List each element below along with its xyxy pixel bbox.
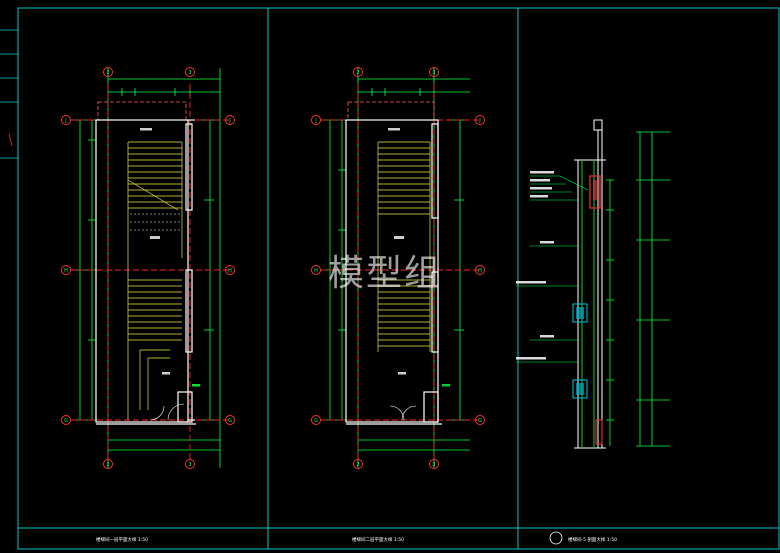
grid-col-label: 2 bbox=[106, 70, 109, 76]
grid-row-label: J bbox=[478, 118, 480, 124]
grid-row-label: H bbox=[478, 268, 482, 274]
grid-col-label: 3 bbox=[188, 462, 191, 468]
grid-row-label: H bbox=[314, 268, 318, 274]
grid-row-label: H bbox=[64, 268, 68, 274]
drawing-title-level-1: 楼梯间一层平面大样 1:50 bbox=[96, 536, 148, 543]
grid-col-label: 3 bbox=[432, 70, 435, 76]
cad-drawing-canvas: 2 3 2 3 J H G J H G 2 3 2 3 J H G J H G … bbox=[0, 0, 780, 553]
grid-row-label: J bbox=[64, 118, 66, 124]
grid-col-label: 3 bbox=[188, 70, 191, 76]
drawing-title-section: 楼梯间-5 剖面大样 1:50 bbox=[568, 536, 617, 543]
drawing-title-level-2: 楼梯间二层平面大样 1:50 bbox=[352, 536, 404, 543]
grid-col-label: 2 bbox=[356, 70, 359, 76]
grid-row-label: G bbox=[478, 418, 482, 424]
grid-row-label: G bbox=[228, 418, 232, 424]
grid-col-label: 2 bbox=[356, 462, 359, 468]
grid-col-label: 3 bbox=[432, 462, 435, 468]
grid-row-label: G bbox=[314, 418, 318, 424]
grid-row-label: J bbox=[228, 118, 230, 124]
grid-row-label: H bbox=[228, 268, 232, 274]
grid-row-label: J bbox=[314, 118, 316, 124]
grid-row-label: G bbox=[64, 418, 68, 424]
grid-col-label: 2 bbox=[106, 462, 109, 468]
